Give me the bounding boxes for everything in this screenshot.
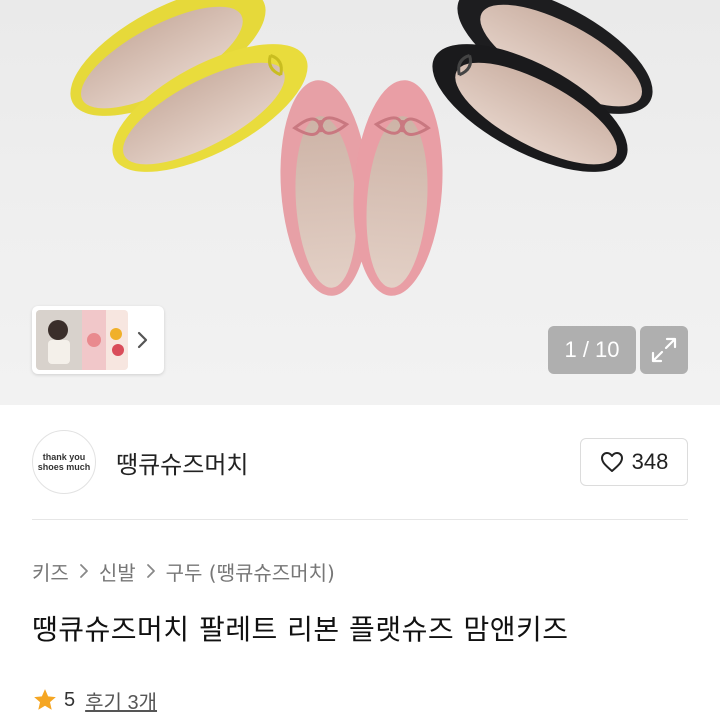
- thumbnail-image[interactable]: [36, 310, 128, 370]
- product-image-gallery[interactable]: 1 / 10: [0, 0, 720, 405]
- star-icon: [34, 689, 56, 710]
- heart-icon: [600, 452, 623, 472]
- product-title: 땡큐슈즈머치 팔레트 리본 플랫슈즈 맘앤키즈: [32, 613, 569, 646]
- chevron-right-icon: [137, 331, 148, 349]
- breadcrumb-item-shoes[interactable]: 신발: [99, 557, 136, 586]
- thumbnail-strip[interactable]: [32, 306, 164, 374]
- chevron-right-icon: [79, 563, 89, 579]
- divider: [32, 519, 688, 520]
- rating-value: 5: [64, 688, 76, 711]
- chevron-right-icon: [146, 563, 156, 579]
- store-logo-line-1: thank you: [42, 452, 86, 462]
- breadcrumb: 키즈 신발 구두 (땡큐슈즈머치): [32, 555, 335, 587]
- thumbnail-next-button[interactable]: [128, 310, 158, 370]
- breadcrumb-item-kids[interactable]: 키즈: [32, 557, 69, 586]
- store-row: thank you shoes much 땡큐슈즈머치 348: [32, 428, 688, 496]
- image-counter: 1 / 10: [548, 326, 636, 374]
- store-logo[interactable]: thank you shoes much: [32, 430, 96, 494]
- thumbnail-photo: [36, 310, 128, 370]
- like-button[interactable]: 348: [580, 438, 688, 486]
- rating-row: 5 후기 3개: [32, 684, 157, 716]
- expand-image-button[interactable]: [640, 326, 688, 374]
- like-count: 348: [631, 449, 669, 474]
- store-logo-line-2: shoes much: [37, 462, 91, 472]
- breadcrumb-item-dress-shoes[interactable]: 구두 (땡큐슈즈머치): [166, 557, 335, 586]
- pink-shoe-pair: [280, 80, 443, 296]
- expand-icon: [651, 337, 677, 363]
- reviews-link[interactable]: 후기 3개: [85, 686, 157, 715]
- store-name[interactable]: 땡큐슈즈머치: [116, 445, 248, 480]
- black-shoe-pair: [432, 0, 653, 172]
